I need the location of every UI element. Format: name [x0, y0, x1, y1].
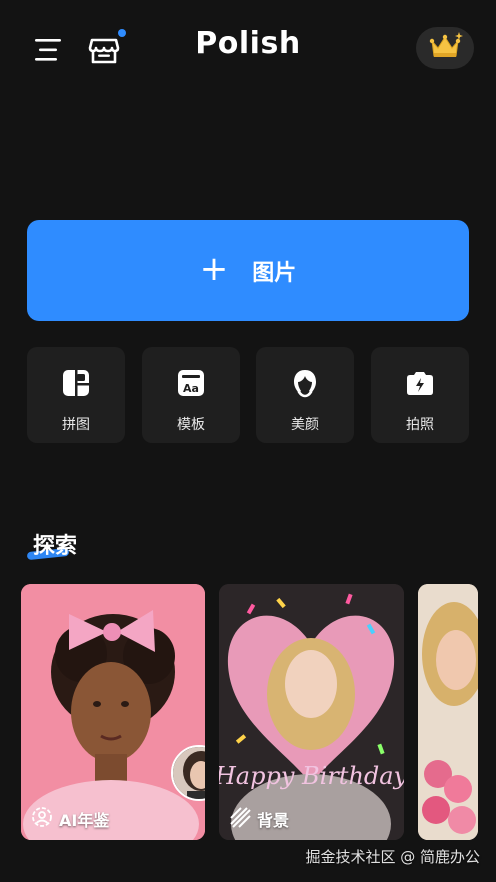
add-photo-button[interactable]: + 图片: [27, 220, 469, 321]
tool-template[interactable]: Aa 模板: [142, 347, 240, 443]
tool-collage[interactable]: 拼图: [27, 347, 125, 443]
ai-face-icon: [31, 806, 53, 832]
tool-label: 拼图: [62, 417, 90, 433]
tool-label: 美颜: [291, 417, 319, 433]
explore-title: 探索: [33, 534, 78, 559]
explore-card-partial[interactable]: [418, 584, 478, 840]
plus-icon: +: [199, 248, 229, 289]
template-icon: Aa: [175, 367, 207, 399]
crown-icon: [427, 31, 463, 65]
watermark-text: 掘金技术社区 @ 简鹿办公: [305, 848, 480, 866]
tool-beauty[interactable]: 美颜: [256, 347, 354, 443]
beauty-icon: [289, 367, 321, 399]
artwork-text: Happy Birthday: [219, 762, 404, 790]
tool-camera[interactable]: 拍照: [371, 347, 469, 443]
explore-card-background[interactable]: Happy Birthday 背景: [219, 584, 404, 840]
card-label: 背景: [229, 806, 289, 832]
background-icon: [229, 806, 251, 832]
premium-button[interactable]: [416, 27, 474, 69]
svg-text:Aa: Aa: [183, 382, 199, 395]
card-label: AI年鉴: [31, 806, 109, 832]
explore-card-ai-yearbook[interactable]: AI年鉴: [21, 584, 205, 840]
portrait-image: Happy Birthday: [219, 584, 404, 840]
portrait-image: [21, 584, 205, 840]
tool-label: 拍照: [406, 417, 434, 433]
tool-label: 模板: [177, 417, 205, 433]
camera-icon: [404, 367, 436, 399]
portrait-image: [418, 584, 478, 840]
tools-row: 拼图 Aa 模板 美颜 拍照: [27, 347, 469, 443]
add-photo-label: 图片: [252, 260, 297, 286]
collage-icon: [60, 367, 92, 399]
top-bar: Polish: [0, 0, 496, 100]
